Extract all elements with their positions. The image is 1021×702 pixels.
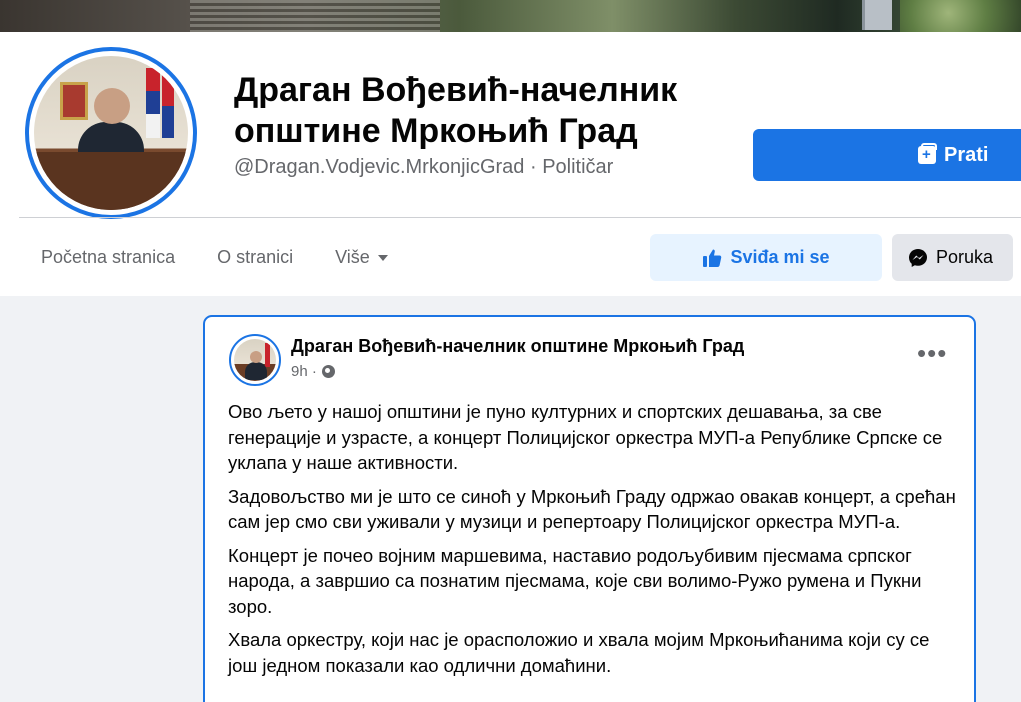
flag [146,68,160,138]
like-button-label: Sviđa mi se [730,247,830,267]
messenger-icon [909,248,927,267]
tab-more-label: Više [335,246,370,267]
tab-more[interactable]: Više [314,247,409,268]
more-dots-icon[interactable]: ••• [917,340,947,366]
caret-down-icon [377,255,388,261]
page-tabs: Početna stranica O stranici Više [0,232,409,282]
person-body [245,362,267,380]
page-handle: @Dragan.Vodjevic.MrkonjicGrad · Političa… [234,156,614,178]
post-author-name[interactable]: Драган Вођевић-начелник општине Мркоњић … [291,336,744,357]
message-button-label: Poruka [936,247,994,267]
post-paragraph: Концерт је почео војним маршевима, наста… [228,544,922,617]
follow-button[interactable]: + Prati [753,129,1021,181]
post-author-avatar[interactable] [229,334,281,386]
person-head [94,88,130,124]
like-page-button[interactable]: Sviđa mi se [650,234,882,281]
tab-about[interactable]: O stranici [196,247,314,268]
tab-home[interactable]: Početna stranica [0,247,196,268]
tab-home-label: Početna stranica [41,246,176,267]
post-paragraph: Хвала оркестру, који нас је орасположио … [228,629,930,676]
cover-photo[interactable] [0,0,1021,32]
person-head [250,351,262,363]
post-paragraph: Ово љето у нашој општини је пуно културн… [228,401,943,473]
post-meta: 9h · [291,363,335,380]
flag [265,343,270,367]
profile-photo [34,56,188,210]
tab-about-label: O stranici [217,246,294,267]
author-photo [234,339,276,381]
flag [162,74,174,138]
post-card: Драган Вођевић-начелник општине Мркоњић … [203,315,976,702]
cover-building [862,0,892,30]
follow-button-label: Prati [944,143,989,166]
post-text: Ово љето у нашој општини је пуно културн… [228,399,963,686]
page-title: Драган Вођевић-начелник општине Мркоњић … [234,71,678,150]
cover-stairs [190,0,440,32]
follow-page-icon: + [918,143,937,164]
message-button[interactable]: Poruka [892,234,1013,281]
post-paragraph: Задовољство ми је што се синоћ у Мркоњић… [228,485,956,533]
profile-avatar[interactable] [25,47,197,219]
wall-portrait [60,82,88,120]
cover-foliage [900,0,1021,32]
header-divider [19,217,1021,218]
desk [34,152,188,210]
thumbs-up-icon [703,249,722,267]
post-timestamp[interactable]: 9h · [291,363,317,380]
globe-icon [321,365,335,378]
page-header: Драган Вођевић-начелник општине Мркоњић … [0,32,1021,296]
